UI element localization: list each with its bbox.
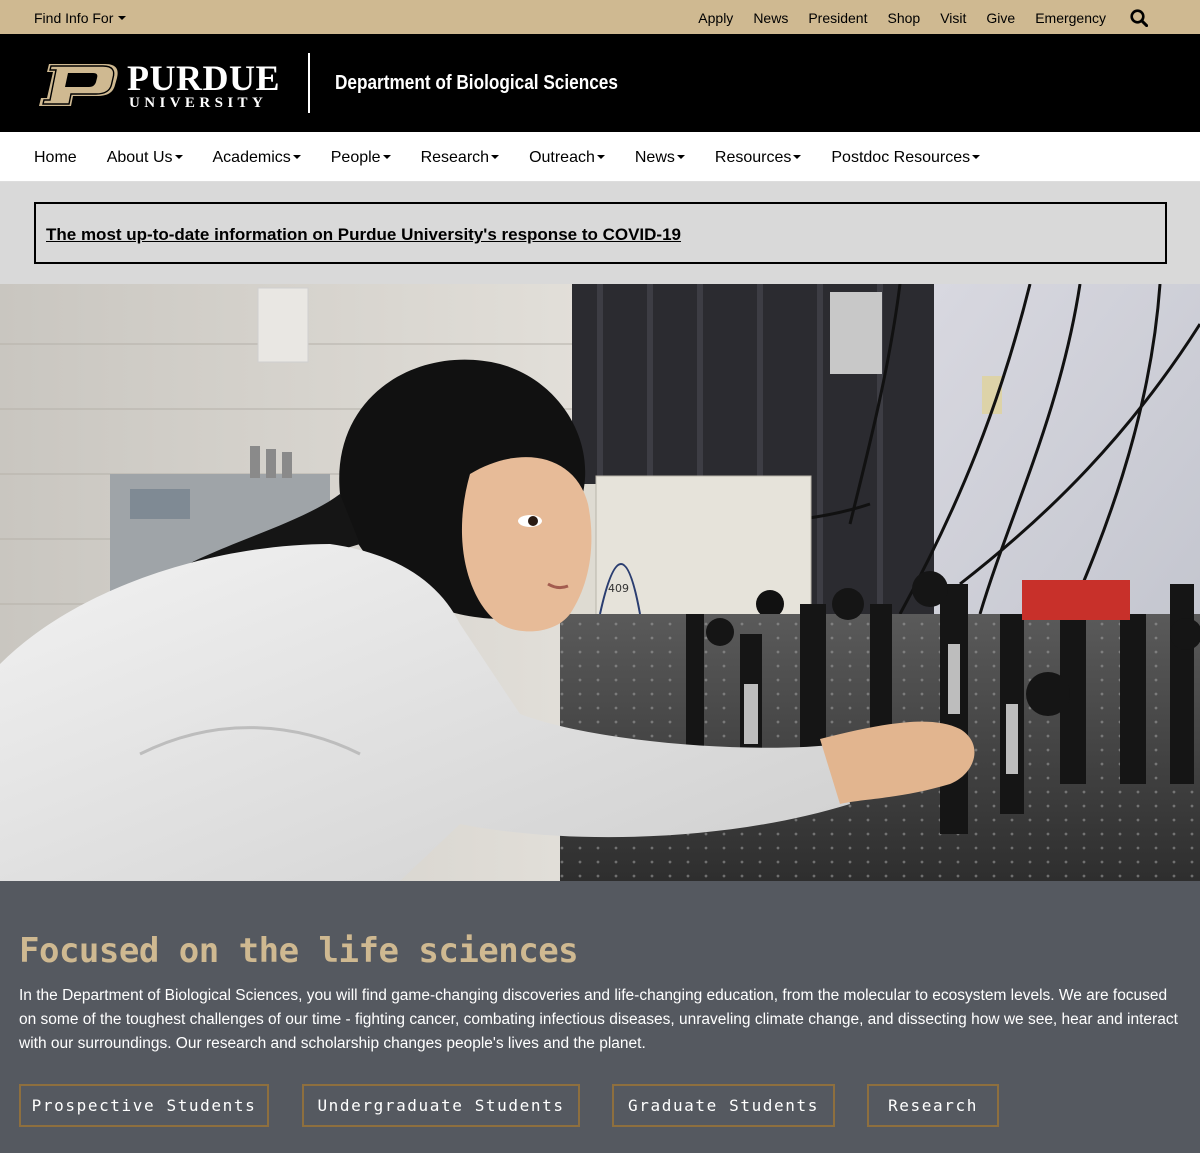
nav-label: Postdoc Resources: [831, 149, 971, 166]
caret-down-icon: [972, 155, 981, 159]
find-info-dropdown[interactable]: Find Info For: [34, 10, 127, 26]
site-header: PURDUE UNIVERSITY Department of Biologic…: [0, 34, 1200, 132]
find-info-label: Find Info For: [34, 10, 114, 26]
header-divider: [308, 53, 310, 113]
caret-down-icon: [676, 155, 685, 159]
alert-band: The most up-to-date information on Purdu…: [0, 182, 1200, 284]
utility-link-give[interactable]: Give: [986, 10, 1015, 26]
utility-link-shop[interactable]: Shop: [887, 10, 920, 26]
caret-down-icon: [793, 155, 802, 159]
caret-down-icon: [292, 155, 301, 159]
intro-heading: Focused on the life sciences: [19, 931, 579, 971]
caret-down-icon: [596, 155, 605, 159]
nav-item-people[interactable]: People: [331, 149, 391, 167]
main-nav: Home About Us Academics People Research …: [0, 132, 1200, 182]
covid-alert-box: The most up-to-date information on Purdu…: [34, 202, 1167, 264]
utility-link-visit[interactable]: Visit: [940, 10, 966, 26]
purdue-logo[interactable]: PURDUE UNIVERSITY: [35, 58, 290, 120]
purdue-p-icon: [39, 64, 118, 106]
nav-item-news[interactable]: News: [635, 149, 685, 167]
caret-down-icon: [491, 155, 500, 159]
nav-item-research[interactable]: Research: [420, 149, 500, 167]
nav-label: Resources: [714, 149, 792, 166]
intro-section: Focused on the life sciences In the Depa…: [0, 881, 1200, 1153]
utility-bar: Find Info For Apply News President Shop …: [0, 0, 1200, 34]
utility-links: Apply News President Shop Visit Give Eme…: [698, 10, 1106, 26]
utility-link-president[interactable]: President: [808, 10, 867, 26]
nav-label: Academics: [212, 149, 291, 166]
instrument-label: 409: [608, 582, 629, 595]
prospective-students-button[interactable]: Prospective Students: [19, 1084, 269, 1127]
utility-link-news[interactable]: News: [753, 10, 788, 26]
research-button[interactable]: Research: [867, 1084, 999, 1127]
nav-item-home[interactable]: Home: [34, 149, 77, 167]
nav-item-academics[interactable]: Academics: [213, 149, 301, 167]
nav-label: Home: [34, 149, 77, 166]
caret-down-icon: [118, 16, 127, 20]
hero-image: 409: [0, 284, 1200, 881]
covid-info-link[interactable]: The most up-to-date information on Purdu…: [46, 225, 681, 245]
nav-label: Outreach: [529, 149, 595, 166]
search-icon[interactable]: [1130, 9, 1148, 27]
department-title[interactable]: Department of Biological Sciences: [335, 72, 618, 95]
undergraduate-students-button[interactable]: Undergraduate Students: [302, 1084, 580, 1127]
nav-item-about-us[interactable]: About Us: [107, 149, 183, 167]
logo-subtitle: UNIVERSITY: [129, 95, 268, 111]
utility-link-apply[interactable]: Apply: [698, 10, 733, 26]
caret-down-icon: [174, 155, 183, 159]
nav-label: Research: [420, 149, 490, 166]
lab-scene-illustration: 409: [0, 284, 1200, 881]
utility-link-emergency[interactable]: Emergency: [1035, 10, 1106, 26]
nav-label: News: [634, 149, 675, 166]
intro-body: In the Department of Biological Sciences…: [19, 987, 1178, 1052]
graduate-students-button[interactable]: Graduate Students: [612, 1084, 835, 1127]
nav-label: About Us: [106, 149, 173, 166]
caret-down-icon: [382, 155, 391, 159]
nav-item-resources[interactable]: Resources: [714, 149, 802, 167]
nav-item-outreach[interactable]: Outreach: [529, 149, 605, 167]
logo-wordmark: PURDUE: [127, 58, 280, 98]
nav-item-postdoc-resources[interactable]: Postdoc Resources: [831, 149, 981, 167]
nav-label: People: [330, 149, 381, 166]
